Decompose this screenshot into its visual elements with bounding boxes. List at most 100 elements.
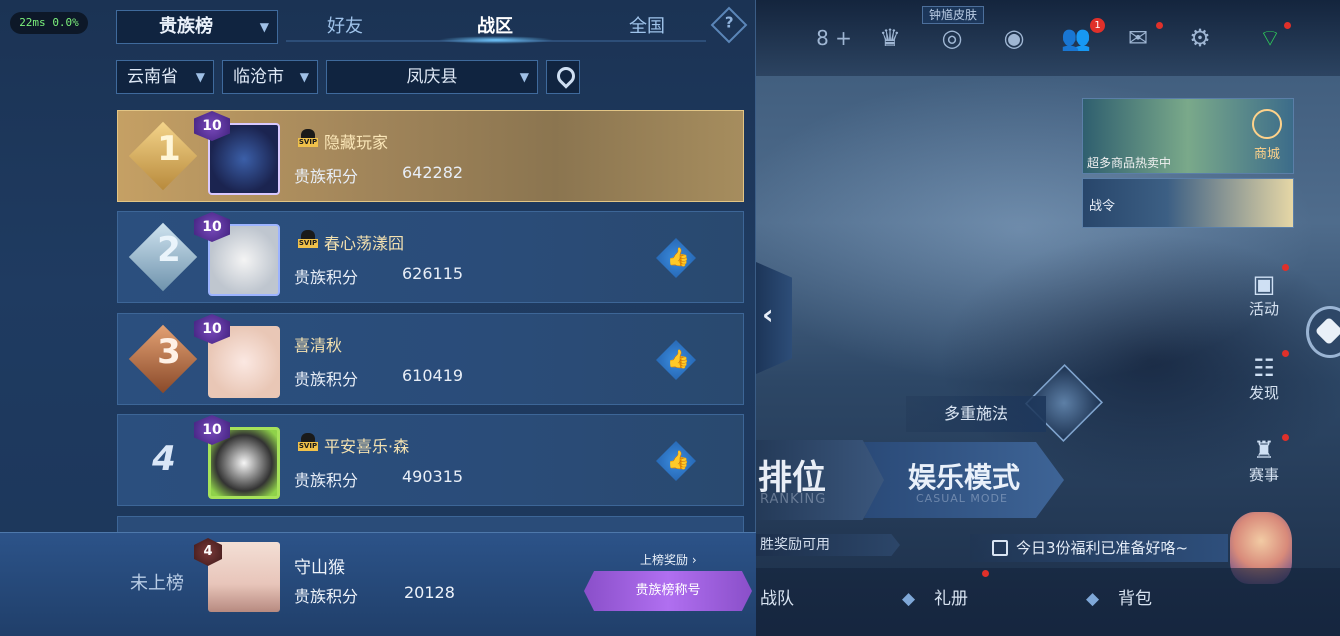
score-label: 贵族积分 — [294, 167, 359, 186]
gift-book-dot — [982, 570, 989, 577]
tab-region[interactable]: 战区 — [450, 12, 540, 42]
player-name: 喜清秋 — [294, 336, 343, 355]
tab-national[interactable]: 全国 — [602, 12, 692, 42]
count-plus-button[interactable]: 8 + — [812, 20, 856, 56]
thumbs-up-icon: 👍 — [667, 349, 690, 370]
battle-pass-card[interactable]: 战令 — [1082, 178, 1294, 228]
wifi-icon: ⌔ — [1258, 24, 1282, 52]
chevron-right-icon: › — [691, 553, 697, 567]
reward-strip[interactable]: 胜奖励可用 — [756, 534, 900, 556]
chevron-down-icon: ▼ — [299, 70, 309, 84]
collapse-panel-button[interactable]: ‹ — [756, 262, 792, 374]
bottom-nav-team[interactable]: 战队 — [760, 584, 794, 609]
backpack-icon: ◆ — [1086, 589, 1100, 609]
mail-icon[interactable]: ✉ — [1120, 20, 1156, 56]
gift-book-icon: ◆ — [902, 589, 916, 609]
county-select[interactable]: 凤庆县 ▼ — [326, 60, 538, 94]
like-button[interactable]: 👍 — [656, 238, 696, 278]
province-select[interactable]: 云南省 ▼ — [116, 60, 214, 94]
bottom-nav — [756, 568, 1340, 636]
shop-label: 商城 — [1253, 147, 1280, 162]
eye-icon[interactable]: ◉ — [996, 20, 1032, 56]
discover-icon: ☷ — [1253, 354, 1275, 382]
wifi-dot — [1284, 22, 1291, 29]
tab-friends[interactable]: 好友 — [300, 12, 390, 42]
player-name: 平安喜乐·森 — [324, 437, 410, 456]
score-value: 642282 — [402, 163, 464, 182]
rank-number: 1 — [157, 129, 181, 169]
player-name: 春心荡漾囧 — [324, 234, 405, 253]
shop-card[interactable]: 超多商品热卖中 商城 — [1082, 98, 1294, 174]
like-button[interactable]: 👍 — [656, 340, 696, 380]
leaderboard-row-3[interactable]: 3 10 喜清秋 贵族积分 610419 👍 — [117, 313, 744, 405]
target-icon[interactable]: ◎ — [934, 20, 970, 56]
score-label: 贵族积分 — [294, 268, 359, 287]
bottom-nav-backpack[interactable]: ◆ 背包 — [1086, 584, 1152, 609]
top-count: 8 — [816, 26, 829, 50]
rank-number: 3 — [157, 332, 181, 372]
bottom-nav-gift-book[interactable]: ◆ 礼册 — [902, 584, 968, 609]
side-menu-events[interactable]: ♜ 赛事 — [1236, 436, 1292, 485]
mail-dot — [1156, 22, 1163, 29]
leaderboard-row-4[interactable]: 4 10 SVIP 平安喜乐·森 贵族积分 490315 👍 — [117, 414, 744, 506]
svip-icon: SVIP — [298, 433, 318, 455]
score-label: 贵族积分 — [294, 471, 359, 490]
player-name: 隐藏玩家 — [324, 133, 389, 152]
casual-mode-button[interactable]: 娱乐模式 CASUAL MODE — [864, 442, 1064, 518]
rank-number: 4 — [152, 439, 176, 479]
my-name: 守山猴 — [294, 558, 345, 578]
score-value: 626115 — [402, 264, 464, 283]
rank-number: 2 — [157, 230, 181, 270]
my-rank-status: 未上榜 — [130, 573, 184, 594]
svip-icon: SVIP — [298, 129, 318, 151]
thumbs-up-icon: 👍 — [667, 247, 690, 268]
welfare-text: 今日3份福利已准备好咯~ — [1016, 539, 1189, 557]
welfare-strip[interactable]: 今日3份福利已准备好咯~ — [970, 534, 1228, 562]
side-menu-discover[interactable]: ☷ 发现 — [1236, 354, 1292, 403]
leaderboard-type-label: 贵族榜 — [159, 16, 213, 37]
thumbs-up-icon: 👍 — [667, 450, 690, 471]
events-dot — [1282, 434, 1289, 441]
leaderboard-type-select[interactable]: 贵族榜 ▼ — [116, 10, 278, 44]
score-value: 490315 — [402, 467, 464, 486]
ranking-mode-button[interactable]: 排位 RANKING — [756, 440, 886, 520]
chevron-left-icon: ‹ — [762, 298, 774, 331]
reward-link-label: 上榜奖励 — [640, 553, 689, 567]
side-menu-label: 发现 — [1248, 384, 1279, 402]
packet-loss-value: 0.0% — [52, 16, 79, 29]
noble-title-button[interactable]: 贵族榜称号 — [584, 571, 752, 611]
bottom-nav-label: 礼册 — [934, 589, 968, 609]
side-menu-activity[interactable]: ▣ 活动 — [1236, 270, 1292, 319]
leaderboard-row-2[interactable]: 2 10 SVIP 春心荡漾囧 贵族积分 626115 👍 — [117, 211, 744, 303]
gift-icon — [992, 540, 1008, 556]
score-label: 贵族积分 — [294, 587, 359, 606]
gear-icon[interactable]: ⚙ — [1182, 20, 1218, 56]
multi-cast-button[interactable]: 多重施法 — [906, 396, 1046, 432]
chevron-down-icon: ▼ — [519, 70, 529, 84]
chevron-down-icon: ▼ — [195, 70, 205, 84]
province-value: 云南省 — [127, 67, 178, 87]
casual-subtitle: CASUAL MODE — [916, 492, 1008, 505]
friends-badge: 1 — [1090, 18, 1105, 33]
city-value: 临沧市 — [233, 67, 284, 87]
county-value: 凤庆县 — [406, 67, 458, 87]
ranking-subtitle: RANKING — [760, 492, 827, 507]
like-button[interactable]: 👍 — [656, 441, 696, 481]
help-button[interactable]: ? — [710, 6, 748, 44]
activity-icon: ▣ — [1252, 270, 1276, 298]
network-ping: 22ms 0.0% — [10, 12, 88, 34]
bottom-nav-label: 背包 — [1118, 589, 1152, 609]
leaderboard-row-1[interactable]: 1 10 SVIP 隐藏玩家 贵族积分 642282 — [117, 110, 744, 202]
shop-promo: 超多商品热卖中 — [1087, 156, 1172, 170]
shop-button[interactable]: 商城 — [1247, 109, 1287, 169]
friends-icon[interactable]: 👥 — [1058, 20, 1094, 56]
svip-icon: SVIP — [298, 230, 318, 252]
rank-emblem-icon[interactable]: ♛ — [872, 20, 908, 56]
chevron-down-icon: ▼ — [259, 20, 269, 34]
my-rank-bar: 未上榜 4 守山猴 贵族积分 20128 上榜奖励 › 贵族榜称号 — [0, 532, 756, 636]
bottom-nav-label: 战队 — [760, 589, 794, 609]
casual-title: 娱乐模式 — [908, 461, 1021, 494]
city-select[interactable]: 临沧市 ▼ — [222, 60, 318, 94]
ranking-reward-link[interactable]: 上榜奖励 › — [640, 551, 697, 568]
location-button[interactable] — [546, 60, 580, 94]
